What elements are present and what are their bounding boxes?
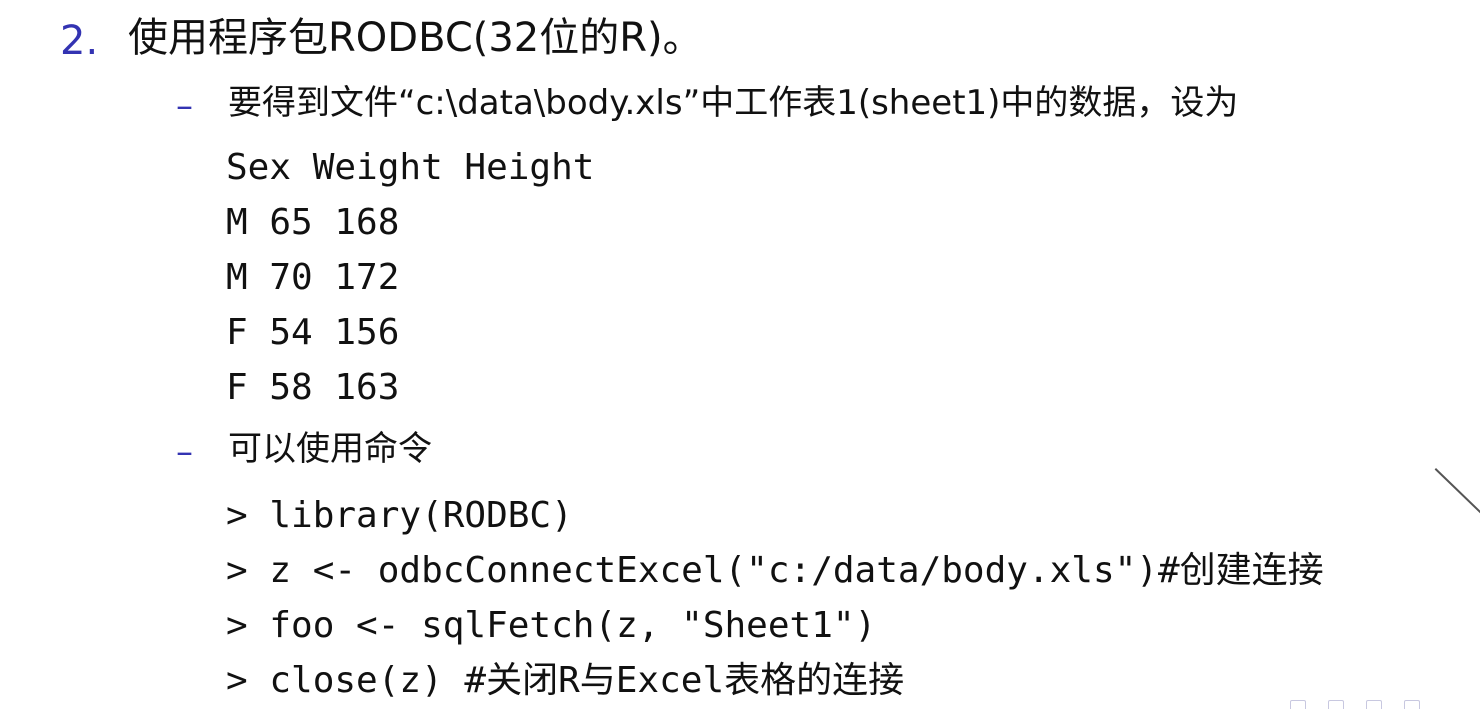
pen-line-icon (1434, 468, 1480, 519)
item-number: 2. (60, 18, 99, 64)
data-row: F 54 156 (226, 312, 400, 353)
code-line: > close(z) #关闭R与Excel表格的连接 (226, 660, 905, 701)
data-row: F 58 163 (226, 367, 400, 408)
nav-icon[interactable] (1290, 697, 1420, 709)
data-row: M 65 168 (226, 202, 400, 243)
code-line: > z <- odbcConnectExcel("c:/data/body.xl… (226, 550, 1324, 591)
code-line: > foo <- sqlFetch(z, "Sheet1") (226, 605, 877, 646)
nav-icon[interactable] (1328, 700, 1344, 709)
subitem-text: 要得到文件“c:\data\body.xls”中工作表1(sheet1)中的数据… (228, 83, 1239, 123)
subitem-dash: – (176, 86, 193, 126)
nav-icon[interactable] (1366, 700, 1382, 709)
subitem-text: 可以使用命令 (228, 429, 432, 469)
data-row: M 70 172 (226, 257, 400, 298)
subitem-dash: – (176, 432, 193, 472)
nav-icon[interactable] (1290, 700, 1306, 709)
data-header: Sex Weight Height (226, 147, 595, 188)
code-line: > library(RODBC) (226, 495, 573, 536)
item-title: 使用程序包RODBC(32位的R)。 (128, 15, 703, 61)
slide: 2. 使用程序包RODBC(32位的R)。 – 要得到文件“c:\data\bo… (0, 0, 1480, 709)
nav-icon[interactable] (1404, 700, 1420, 709)
